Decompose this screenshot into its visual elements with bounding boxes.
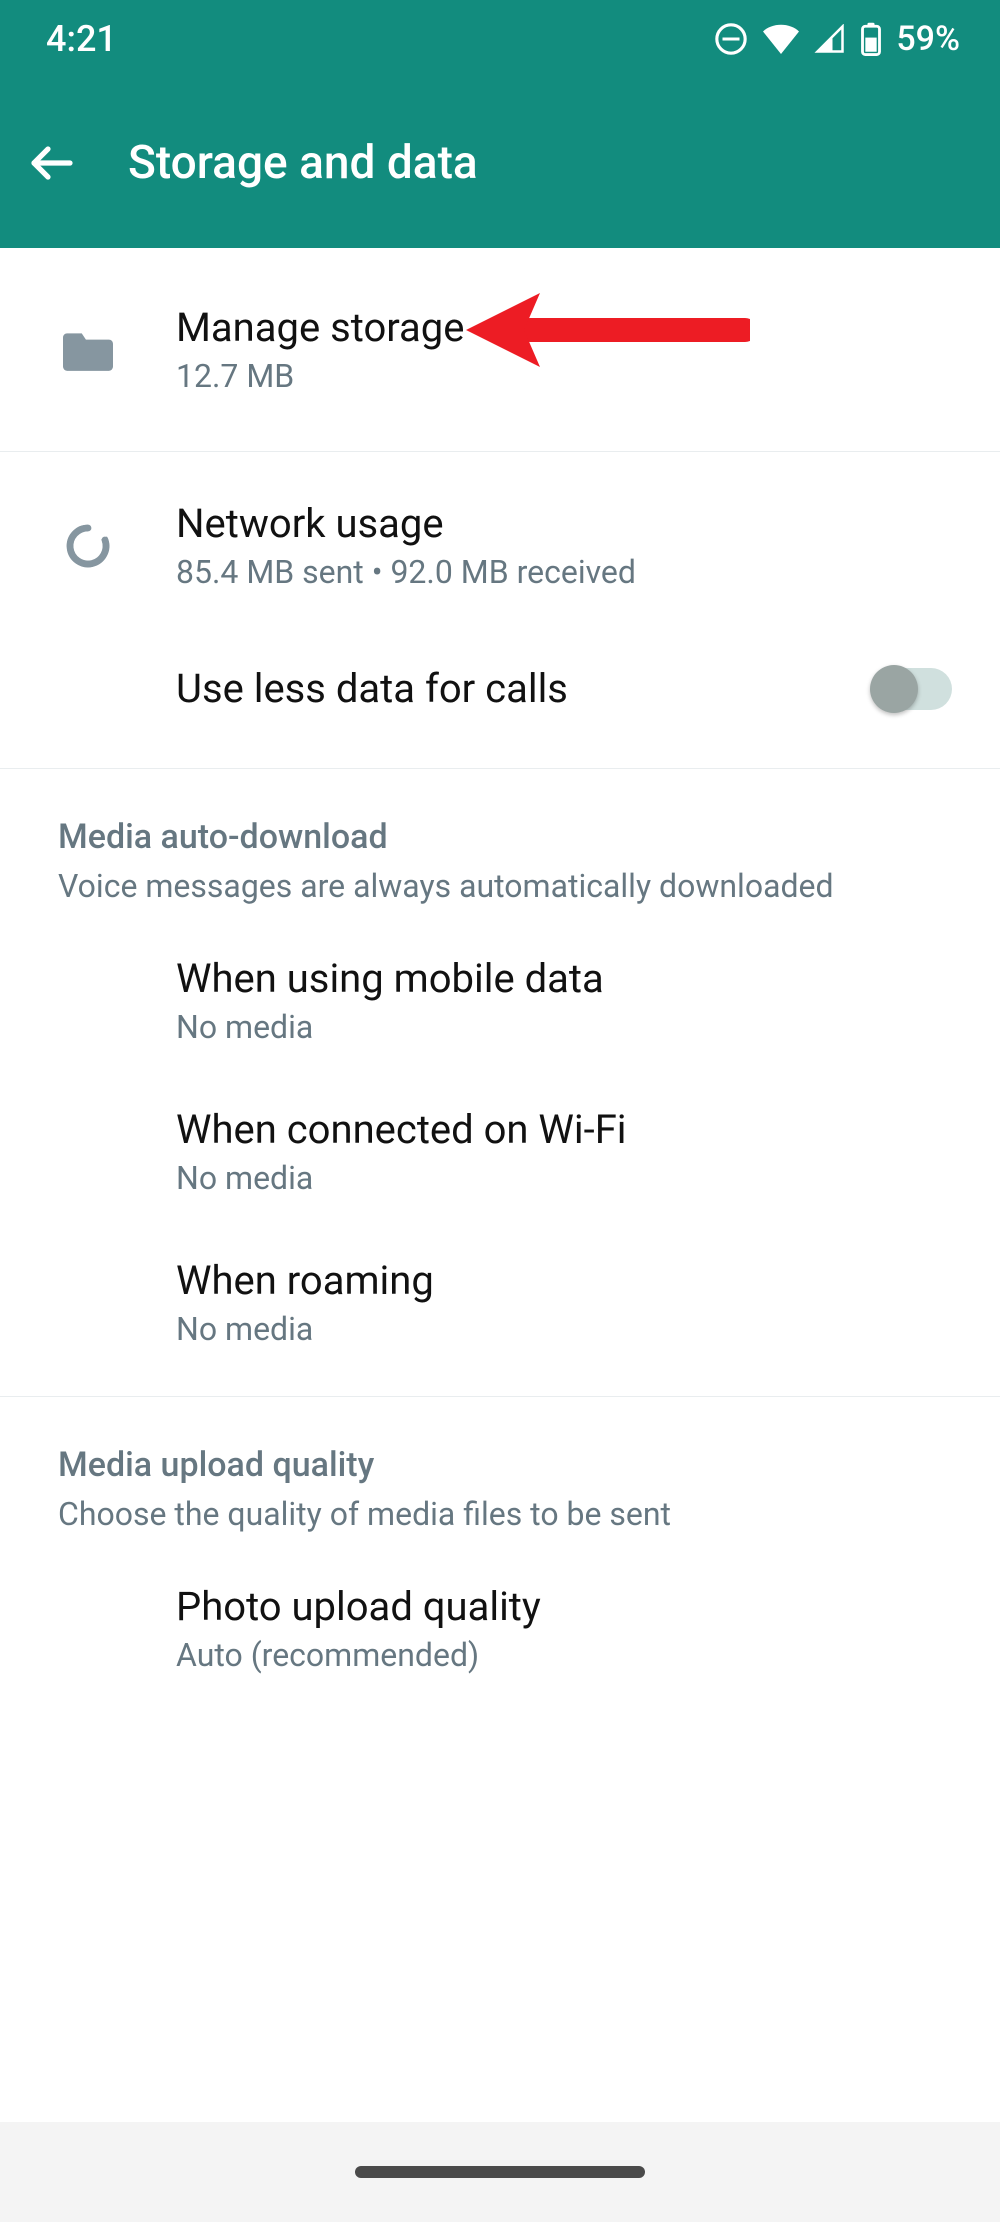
back-icon[interactable]	[28, 139, 76, 187]
folder-icon	[63, 329, 113, 371]
status-time: 4:21	[46, 18, 117, 60]
content: Manage storage 12.7 MB Network usage 85.…	[0, 248, 1000, 2222]
media-upload-section-title: Media upload quality	[58, 1445, 960, 1485]
page-title: Storage and data	[128, 136, 478, 190]
media-upload-section-header: Media upload quality Choose the quality …	[0, 1397, 1000, 1543]
photo-quality-sub: Auto (recommended)	[176, 1636, 960, 1674]
wifi-row[interactable]: When connected on Wi-Fi No media	[0, 1076, 1000, 1227]
network-usage-row[interactable]: Network usage 85.4 MB sent • 92.0 MB rec…	[0, 452, 1000, 631]
media-download-section-title: Media auto-download	[58, 817, 960, 857]
network-usage-sub: 85.4 MB sent • 92.0 MB received	[176, 553, 960, 591]
mobile-data-row[interactable]: When using mobile data No media	[0, 915, 1000, 1076]
photo-quality-title: Photo upload quality	[176, 1583, 960, 1630]
nav-pill[interactable]	[355, 2166, 645, 2178]
dnd-icon	[714, 22, 748, 56]
mobile-data-title: When using mobile data	[176, 955, 960, 1002]
roaming-row[interactable]: When roaming No media	[0, 1227, 1000, 1396]
media-download-section-desc: Voice messages are always automatically …	[58, 867, 960, 905]
use-less-data-title: Use less data for calls	[176, 665, 834, 712]
use-less-data-row[interactable]: Use less data for calls	[0, 631, 1000, 768]
nav-bar	[0, 2122, 1000, 2222]
wifi-sub: No media	[176, 1159, 960, 1197]
photo-quality-row[interactable]: Photo upload quality Auto (recommended)	[0, 1543, 1000, 1714]
manage-storage-row[interactable]: Manage storage 12.7 MB	[0, 248, 1000, 451]
wifi-icon	[762, 24, 800, 54]
media-upload-section-desc: Choose the quality of media files to be …	[58, 1495, 960, 1533]
battery-percentage: 59%	[896, 19, 960, 59]
battery-icon	[860, 22, 882, 56]
roaming-title: When roaming	[176, 1257, 960, 1304]
app-bar: Storage and data	[0, 78, 1000, 248]
media-download-section-header: Media auto-download Voice messages are a…	[0, 769, 1000, 915]
toggle-knob	[870, 665, 918, 713]
status-icons: 59%	[714, 19, 960, 59]
use-less-data-toggle[interactable]	[874, 668, 952, 710]
wifi-title: When connected on Wi-Fi	[176, 1106, 960, 1153]
manage-storage-sub: 12.7 MB	[176, 357, 960, 395]
signal-icon	[814, 24, 846, 54]
manage-storage-title: Manage storage	[176, 304, 960, 351]
data-usage-icon-gap	[64, 522, 112, 570]
status-bar: 4:21 59%	[0, 0, 1000, 78]
network-usage-title: Network usage	[176, 500, 960, 547]
mobile-data-sub: No media	[176, 1008, 960, 1046]
roaming-sub: No media	[176, 1310, 960, 1348]
